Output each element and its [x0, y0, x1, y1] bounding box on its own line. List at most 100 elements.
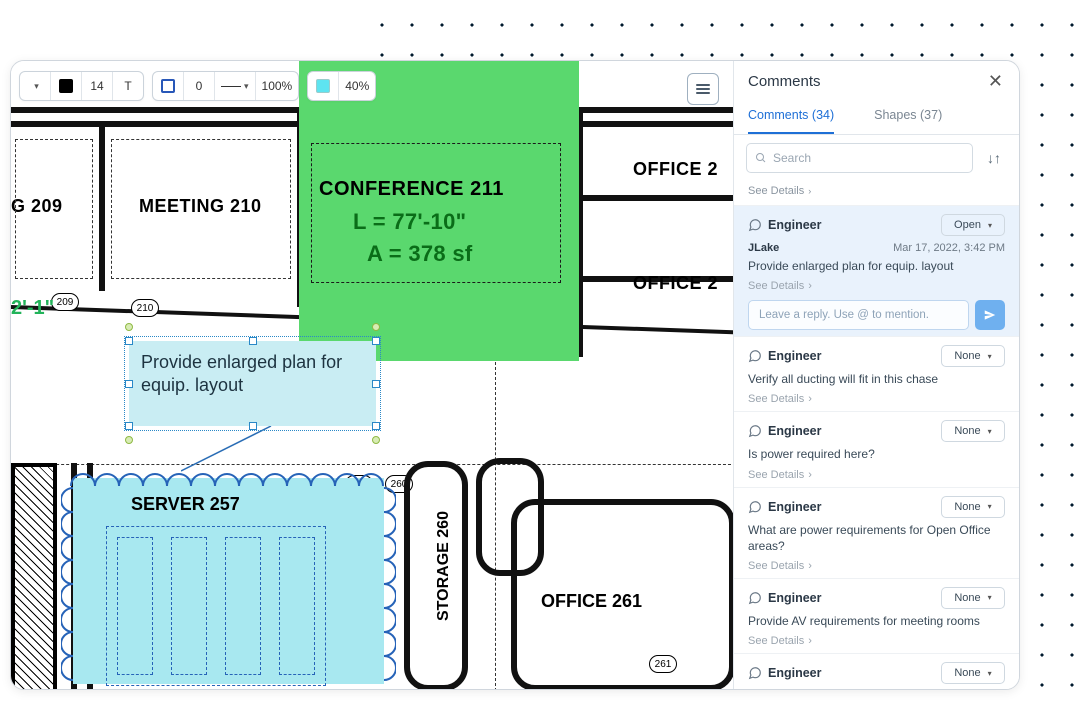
chevron-right-icon: ›: [808, 560, 812, 572]
comment-item[interactable]: Engineer Open▾ JLake Mar 17, 2022, 3:42 …: [734, 205, 1019, 336]
drawing-canvas[interactable]: ▾ 14 T 0 ▾ 100% 40%: [11, 61, 733, 689]
font-family-dropdown[interactable]: ▾: [20, 72, 50, 100]
chevron-down-icon: ▾: [988, 352, 992, 361]
search-icon: [755, 152, 767, 164]
floorplan: CONFERENCE 211 L = 77'-10" A = 378 sf G …: [11, 61, 733, 689]
chevron-right-icon: ›: [808, 186, 811, 196]
status-dropdown[interactable]: None▾: [941, 496, 1005, 518]
chevron-right-icon: ›: [808, 393, 812, 405]
hamburger-icon: [696, 84, 710, 94]
room-label-storage: STORAGE 260: [435, 511, 453, 621]
fill-group: 40%: [307, 71, 376, 101]
rotate-handle[interactable]: [125, 436, 133, 444]
resize-handle-se[interactable]: [372, 422, 380, 430]
fill-color-swatch[interactable]: [308, 72, 338, 100]
comment-icon: [748, 424, 762, 438]
search-input[interactable]: Search: [746, 143, 973, 173]
conference-area-value: A = 378 sf: [367, 241, 473, 267]
status-dropdown[interactable]: None▾: [941, 420, 1005, 442]
status-dropdown[interactable]: None▾: [941, 345, 1005, 367]
room-label-office-b: OFFICE 2: [633, 273, 718, 294]
comment-icon: [748, 666, 762, 680]
search-placeholder: Search: [773, 151, 811, 165]
font-group: ▾ 14 T: [19, 71, 144, 101]
chevron-down-icon: ▾: [988, 502, 992, 511]
hatched-wall: [11, 463, 57, 689]
comment-item[interactable]: Engineer None▾ RFI #14 See Details›: [734, 653, 1019, 689]
resize-handle-w[interactable]: [125, 380, 133, 388]
see-details-link[interactable]: See Details›: [748, 393, 1005, 405]
sort-icon: ↓↑: [987, 150, 1001, 166]
comment-list: Engineer Open▾ JLake Mar 17, 2022, 3:42 …: [734, 205, 1019, 689]
see-details-link[interactable]: See Details›: [748, 635, 1005, 647]
tab-shapes[interactable]: Shapes (37): [874, 100, 942, 134]
selection-outline: [124, 336, 381, 431]
callout-textbox[interactable]: Provide enlarged plan for equip. layout: [129, 341, 376, 426]
stroke-weight-field[interactable]: 0: [184, 72, 214, 100]
conference-length-value: L = 77'-10": [353, 209, 466, 235]
comment-item[interactable]: Engineer None▾ What are power requiremen…: [734, 487, 1019, 578]
comment-item[interactable]: Engineer None▾ Verify all ducting will f…: [734, 336, 1019, 411]
dimension-green: 2'-1": [11, 297, 54, 320]
comment-text: RFI #14: [748, 688, 1005, 689]
comment-text: Provide AV requirements for meeting room…: [748, 613, 1005, 629]
stroke-color-swatch[interactable]: [153, 72, 183, 100]
app-window: ▾ 14 T 0 ▾ 100% 40%: [10, 60, 1020, 690]
comment-role: Engineer: [748, 424, 822, 438]
send-button[interactable]: [975, 300, 1005, 330]
resize-handle-nw[interactable]: [125, 337, 133, 345]
close-icon[interactable]: ✕: [984, 67, 1007, 96]
comment-item[interactable]: Engineer None▾ Provide AV requirements f…: [734, 578, 1019, 653]
send-icon: [983, 308, 997, 322]
reply-input[interactable]: Leave a reply. Use @ to mention.: [748, 300, 969, 330]
comment-icon: [748, 349, 762, 363]
comment-icon: [748, 591, 762, 605]
comment-text: Is power required here?: [748, 446, 1005, 462]
chevron-down-icon: ▾: [988, 593, 992, 602]
room-label-conference: CONFERENCE 211: [319, 178, 559, 201]
comment-role: Engineer: [748, 591, 822, 605]
comment-item[interactable]: Engineer None▾ Is power required here? S…: [734, 411, 1019, 486]
resize-handle-ne[interactable]: [372, 337, 380, 345]
rotate-handle[interactable]: [372, 323, 380, 331]
server-rack-outline: [106, 526, 326, 686]
comment-role: Engineer: [748, 218, 822, 232]
see-details-link[interactable]: See Details›: [748, 280, 1005, 292]
comment-icon: [748, 500, 762, 514]
see-details-link[interactable]: See Details›: [748, 469, 1005, 481]
font-size-field[interactable]: 14: [82, 72, 112, 100]
comment-date: Mar 17, 2022, 3:42 PM: [893, 242, 1005, 254]
status-dropdown[interactable]: None▾: [941, 587, 1005, 609]
comment-role: Engineer: [748, 500, 822, 514]
text-tool[interactable]: T: [113, 72, 143, 100]
chevron-down-icon: ▾: [988, 221, 992, 230]
tab-comments[interactable]: Comments (34): [748, 100, 834, 134]
resize-handle-sw[interactable]: [125, 422, 133, 430]
room-label-office261: OFFICE 261: [541, 591, 642, 612]
status-dropdown[interactable]: None▾: [941, 662, 1005, 684]
resize-handle-s[interactable]: [249, 422, 257, 430]
resize-handle-e[interactable]: [372, 380, 380, 388]
door-tag-210: 210: [131, 299, 159, 317]
sort-button[interactable]: ↓↑: [981, 145, 1007, 171]
line-style-dropdown[interactable]: ▾: [215, 72, 255, 100]
status-dropdown[interactable]: Open▾: [941, 214, 1005, 236]
rotate-handle[interactable]: [125, 323, 133, 331]
see-details-link[interactable]: See Details›: [748, 560, 1005, 572]
door-tag-209: 209: [51, 293, 79, 311]
canvas-menu-button[interactable]: [687, 73, 719, 105]
chevron-down-icon: ▾: [988, 669, 992, 678]
see-details-link-top[interactable]: See Details›: [734, 181, 1019, 205]
fill-opacity-field[interactable]: 40%: [339, 72, 375, 100]
rotate-handle[interactable]: [372, 436, 380, 444]
resize-handle-n[interactable]: [249, 337, 257, 345]
chevron-right-icon: ›: [808, 280, 812, 292]
stroke-opacity-field[interactable]: 100%: [256, 72, 299, 100]
chevron-right-icon: ›: [808, 635, 812, 647]
comment-role: Engineer: [748, 666, 822, 680]
text-color-swatch[interactable]: [51, 72, 81, 100]
room-label-server: SERVER 257: [131, 494, 240, 515]
panel-title: Comments: [748, 73, 821, 90]
comments-panel: Comments ✕ Comments (34) Shapes (37) Sea…: [733, 61, 1019, 689]
comment-text: Verify all ducting will fit in this chas…: [748, 371, 1005, 387]
